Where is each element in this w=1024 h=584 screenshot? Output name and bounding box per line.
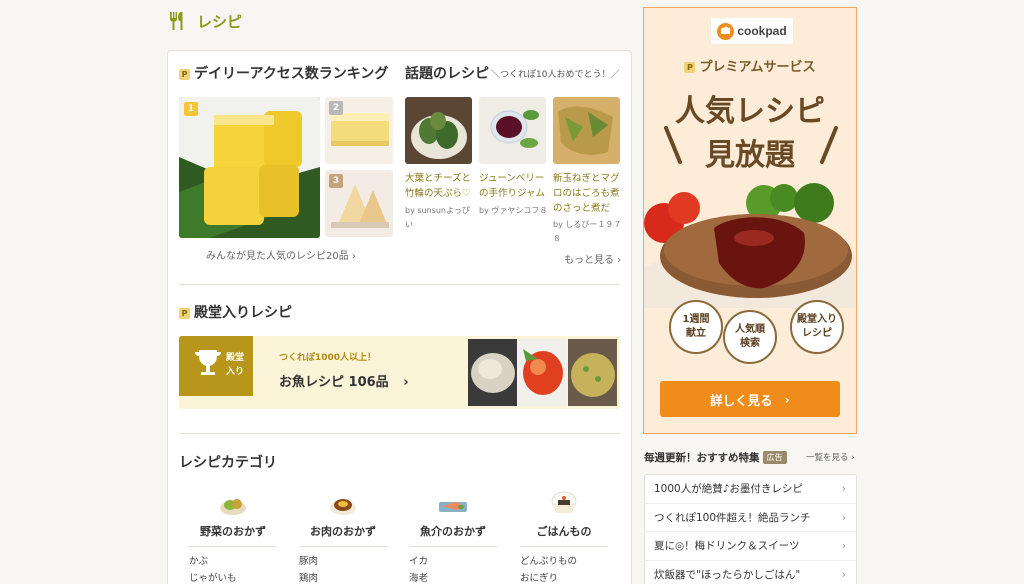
category-fish[interactable]: 魚介のおかず イカ 海老 — [409, 494, 497, 584]
category-sub-item[interactable]: おにぎり — [520, 570, 608, 584]
chevron-right-icon: › — [784, 391, 790, 407]
fish-dish-3-photo — [568, 339, 617, 406]
category-name: 魚介のおかず — [409, 523, 497, 547]
categories-title: レシピカテゴリ — [179, 455, 277, 471]
premium-p-icon: P — [179, 69, 190, 80]
category-sub-item[interactable]: 豚肉 — [299, 553, 387, 570]
ranking-1-image[interactable]: 1 — [179, 97, 320, 238]
rice-bowl-icon — [551, 491, 577, 513]
category-subs: かぶ じゃがいも — [189, 553, 277, 584]
jam-photo — [479, 97, 546, 164]
hall-flag: 殿堂 入り — [179, 336, 253, 396]
category-sub-item[interactable]: どんぶりもの — [520, 553, 608, 570]
topic-1-image[interactable] — [405, 97, 472, 164]
vegetable-dish-icon — [220, 499, 246, 515]
category-sub-item[interactable]: イカ — [409, 553, 497, 570]
hall-title: P 殿堂入りレシピ — [179, 302, 292, 322]
category-sub-item[interactable]: 鶏肉 — [299, 570, 387, 584]
premium-p-icon: P — [684, 62, 696, 73]
weekly-more-link[interactable]: 一覧を見る › — [806, 451, 855, 463]
ranking-2-image[interactable]: 2 — [325, 97, 393, 164]
fork-knife-icon — [170, 12, 183, 30]
ranking-more-link[interactable]: みんなが見た人気のレシピ20品 › — [206, 247, 356, 262]
feature-weekly-menu: 1週間 献立 — [669, 300, 723, 354]
topics-title: 話題のレシピ — [405, 66, 489, 82]
hall-flag-line2: 入り — [226, 367, 245, 377]
topic-1-author[interactable]: by sunsunよっぴい — [405, 204, 475, 232]
topic-3-image[interactable] — [553, 97, 620, 164]
section-divider — [179, 284, 620, 285]
topics-more-link[interactable]: もっと見る › — [564, 251, 621, 266]
ad-premium-label: P プレミアムサービス — [644, 56, 856, 75]
ad-details-button[interactable]: 詳しく見る › — [660, 381, 840, 417]
category-name: お肉のおかず — [299, 523, 387, 547]
category-rice[interactable]: ごはんもの どんぶりもの おにぎり — [520, 490, 608, 584]
hall-flag-line1: 殿堂 — [226, 353, 245, 363]
weekly-title: 毎週更新！おすすめ特集 広告 — [644, 450, 787, 465]
topic-2-author[interactable]: by ヴァヤシコフ８ — [479, 204, 549, 218]
premium-p-icon: P — [179, 308, 190, 319]
chevron-right-icon: › — [841, 510, 846, 524]
page-header: レシピ — [167, 10, 242, 32]
rank-1-badge: 1 — [184, 102, 198, 116]
tamagoyaki-photo — [179, 97, 320, 238]
fish-dish-icon — [439, 502, 467, 512]
topic-2-image[interactable] — [479, 97, 546, 164]
category-sub-item[interactable]: 海老 — [409, 570, 497, 584]
premium-ad-banner[interactable]: cookpad P プレミアムサービス 人気レシピ 見放題 1週間 献立 人気順 … — [643, 7, 857, 434]
fish-dish-2-photo — [518, 339, 567, 406]
ad-tag: 広告 — [762, 451, 787, 464]
weekly-item[interactable]: つくれぽ100件超え！絶品ランチ › — [645, 504, 856, 532]
chevron-right-icon: › — [841, 539, 846, 553]
category-subs: どんぶりもの おにぎり — [520, 553, 608, 584]
category-sub-item[interactable]: じゃがいも — [189, 570, 277, 584]
topic-2-name[interactable]: ジューンベリーの手作りジャム — [479, 171, 549, 201]
category-meat[interactable]: お肉のおかず 豚肉 鶏肉 — [299, 494, 387, 584]
ranking-title: P デイリーアクセス数ランキング — [179, 63, 388, 83]
topic-3-name[interactable]: 新玉ねぎとマグロのはごろも煮のさっと煮だ — [553, 171, 623, 216]
chevron-right-icon: › — [841, 567, 846, 581]
weekly-item[interactable]: 夏に◎！梅ドリンク＆スイーツ › — [645, 532, 856, 561]
feature-popular-search: 人気順 検索 — [723, 310, 777, 364]
ad-headline-1: 人気レシピ — [675, 94, 825, 129]
hall-subtitle: つくれぽ1000人以上！ — [279, 353, 377, 363]
weekly-item[interactable]: 1000人が絶賛♪お墨付きレシピ › — [645, 475, 856, 504]
ranking-3-image[interactable]: 3 — [325, 170, 393, 237]
chevron-right-icon: › — [841, 482, 846, 496]
category-name: 野菜のおかず — [189, 523, 277, 547]
meat-dish-icon — [330, 499, 356, 515]
cookpad-logo: cookpad — [711, 18, 793, 44]
weekly-list: 1000人が絶賛♪お墨付きレシピ › つくれぽ100件超え！絶品ランチ › 夏に◎！… — [644, 474, 857, 584]
hamburg-steak-photo — [644, 183, 856, 308]
topic-1-name[interactable]: 大葉とチーズと竹輪の天ぷら♡ — [405, 171, 475, 201]
page-title: レシピ — [197, 12, 243, 31]
cookpad-logo-icon — [717, 22, 735, 40]
onion-photo — [553, 97, 620, 164]
hall-banner[interactable]: 殿堂 入り つくれぽ1000人以上！ お魚レシピ 106品 › — [179, 336, 620, 409]
decorative-slash — [820, 126, 838, 164]
category-subs: イカ 海老 — [409, 553, 497, 584]
feature-hall-of-fame: 殿堂入り レシピ — [790, 300, 844, 354]
rank-3-badge: 3 — [329, 174, 343, 188]
weekly-item[interactable]: 炊飯器で"ほったらかしごはん" › — [645, 561, 856, 584]
category-sub-item[interactable]: かぶ — [189, 553, 277, 570]
category-name: ごはんもの — [520, 523, 608, 547]
topics-subtitle: ＼つくれぽ10人おめでとう！／ — [491, 70, 620, 80]
category-subs: 豚肉 鶏肉 — [299, 553, 387, 584]
chevron-right-icon: › — [403, 375, 409, 390]
fish-dish-1-photo — [468, 339, 517, 406]
tempura-photo — [405, 97, 472, 164]
rank-2-badge: 2 — [329, 101, 343, 115]
hall-main-text: お魚レシピ 106品 › — [279, 375, 409, 390]
section-divider — [179, 433, 620, 434]
topic-3-author[interactable]: by しるびー１９７８ — [553, 218, 623, 246]
category-vegetable[interactable]: 野菜のおかず かぶ じゃがいも — [189, 494, 277, 584]
